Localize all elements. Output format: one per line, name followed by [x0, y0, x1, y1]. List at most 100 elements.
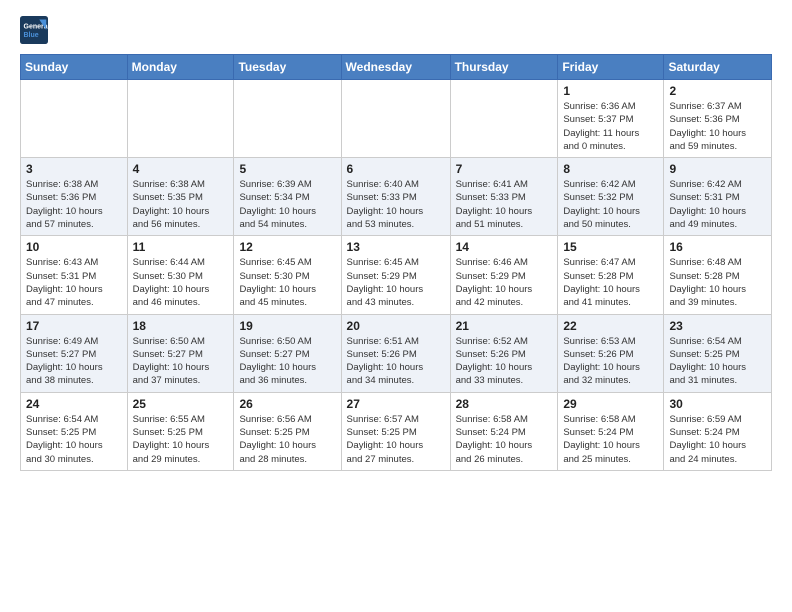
day-info: Sunrise: 6:55 AM Sunset: 5:25 PM Dayligh… — [133, 413, 229, 466]
day-number: 1 — [563, 84, 658, 98]
day-info: Sunrise: 6:36 AM Sunset: 5:37 PM Dayligh… — [563, 100, 658, 153]
day-number: 15 — [563, 240, 658, 254]
day-number: 13 — [347, 240, 445, 254]
calendar-cell: 22Sunrise: 6:53 AM Sunset: 5:26 PM Dayli… — [558, 314, 664, 392]
day-info: Sunrise: 6:42 AM Sunset: 5:32 PM Dayligh… — [563, 178, 658, 231]
logo-icon: General Blue — [20, 16, 48, 44]
calendar-cell: 12 Sunrise: 6:45 AM Sunset: 5:30 PM Dayli… — [234, 236, 341, 314]
day-number: 3 — [26, 162, 122, 176]
weekday-header-sunday: Sunday — [21, 55, 128, 80]
day-info: Sunrise: 6:58 AM Sunset: 5:24 PM Dayligh… — [563, 413, 658, 466]
day-info: Sunrise: 6:54 AM Sunset: 5:25 PM Dayligh… — [26, 413, 122, 466]
calendar-cell: 11Sunrise: 6:44 AM Sunset: 5:30 PM Dayli… — [127, 236, 234, 314]
calendar-cell: 29 Sunrise: 6:58 AM Sunset: 5:24 PM Dayli… — [558, 392, 664, 470]
calendar-cell: 30 Sunrise: 6:59 AM Sunset: 5:24 PM Dayli… — [664, 392, 772, 470]
calendar-cell: 4 Sunrise: 6:38 AM Sunset: 5:35 PM Daylig… — [127, 158, 234, 236]
calendar-cell: 28 Sunrise: 6:58 AM Sunset: 5:24 PM Dayli… — [450, 392, 558, 470]
day-number: 29 — [563, 397, 658, 411]
day-number: 11 — [133, 240, 229, 254]
day-info: Sunrise: 6:38 AM Sunset: 5:35 PM Dayligh… — [133, 178, 229, 231]
day-info: Sunrise: 6:57 AM Sunset: 5:25 PM Dayligh… — [347, 413, 445, 466]
calendar-cell: 19Sunrise: 6:50 AM Sunset: 5:27 PM Dayli… — [234, 314, 341, 392]
day-number: 10 — [26, 240, 122, 254]
day-number: 7 — [456, 162, 553, 176]
day-info: Sunrise: 6:49 AM Sunset: 5:27 PM Dayligh… — [26, 335, 122, 388]
day-info: Sunrise: 6:39 AM Sunset: 5:34 PM Dayligh… — [239, 178, 335, 231]
day-number: 21 — [456, 319, 553, 333]
calendar-cell: 23 Sunrise: 6:54 AM Sunset: 5:25 PM Dayli… — [664, 314, 772, 392]
day-number: 16 — [669, 240, 766, 254]
calendar-cell: 21 Sunrise: 6:52 AM Sunset: 5:26 PM Dayli… — [450, 314, 558, 392]
day-info: Sunrise: 6:48 AM Sunset: 5:28 PM Dayligh… — [669, 256, 766, 309]
weekday-header-monday: Monday — [127, 55, 234, 80]
day-info: Sunrise: 6:45 AM Sunset: 5:30 PM Dayligh… — [239, 256, 335, 309]
day-number: 6 — [347, 162, 445, 176]
page: General Blue SundayMondayTuesdayWednesda… — [0, 0, 792, 487]
calendar-cell: 15 Sunrise: 6:47 AM Sunset: 5:28 PM Dayli… — [558, 236, 664, 314]
calendar-week-2: 3 Sunrise: 6:38 AM Sunset: 5:36 PM Daylig… — [21, 158, 772, 236]
day-number: 27 — [347, 397, 445, 411]
calendar-week-1: 1 Sunrise: 6:36 AM Sunset: 5:37 PM Daylig… — [21, 80, 772, 158]
day-info: Sunrise: 6:59 AM Sunset: 5:24 PM Dayligh… — [669, 413, 766, 466]
day-info: Sunrise: 6:58 AM Sunset: 5:24 PM Dayligh… — [456, 413, 553, 466]
calendar-cell: 9 Sunrise: 6:42 AM Sunset: 5:31 PM Daylig… — [664, 158, 772, 236]
day-info: Sunrise: 6:56 AM Sunset: 5:25 PM Dayligh… — [239, 413, 335, 466]
calendar-cell — [127, 80, 234, 158]
calendar-cell — [450, 80, 558, 158]
calendar-cell: 18Sunrise: 6:50 AM Sunset: 5:27 PM Dayli… — [127, 314, 234, 392]
day-number: 18 — [133, 319, 229, 333]
calendar-cell: 26 Sunrise: 6:56 AM Sunset: 5:25 PM Dayli… — [234, 392, 341, 470]
day-number: 2 — [669, 84, 766, 98]
calendar-cell: 2 Sunrise: 6:37 AM Sunset: 5:36 PM Daylig… — [664, 80, 772, 158]
day-number: 28 — [456, 397, 553, 411]
day-number: 8 — [563, 162, 658, 176]
calendar-cell: 7 Sunrise: 6:41 AM Sunset: 5:33 PM Daylig… — [450, 158, 558, 236]
weekday-header-wednesday: Wednesday — [341, 55, 450, 80]
logo: General Blue — [20, 16, 52, 44]
calendar-cell — [341, 80, 450, 158]
calendar-header-row: SundayMondayTuesdayWednesdayThursdayFrid… — [21, 55, 772, 80]
day-number: 5 — [239, 162, 335, 176]
day-number: 19 — [239, 319, 335, 333]
day-number: 25 — [133, 397, 229, 411]
day-number: 4 — [133, 162, 229, 176]
day-info: Sunrise: 6:40 AM Sunset: 5:33 PM Dayligh… — [347, 178, 445, 231]
svg-text:Blue: Blue — [24, 32, 39, 39]
calendar-cell: 20Sunrise: 6:51 AM Sunset: 5:26 PM Dayli… — [341, 314, 450, 392]
day-number: 14 — [456, 240, 553, 254]
day-number: 12 — [239, 240, 335, 254]
calendar-cell: 10 Sunrise: 6:43 AM Sunset: 5:31 PM Dayli… — [21, 236, 128, 314]
day-info: Sunrise: 6:47 AM Sunset: 5:28 PM Dayligh… — [563, 256, 658, 309]
day-info: Sunrise: 6:42 AM Sunset: 5:31 PM Dayligh… — [669, 178, 766, 231]
day-info: Sunrise: 6:37 AM Sunset: 5:36 PM Dayligh… — [669, 100, 766, 153]
weekday-header-friday: Friday — [558, 55, 664, 80]
day-number: 23 — [669, 319, 766, 333]
weekday-header-saturday: Saturday — [664, 55, 772, 80]
day-number: 30 — [669, 397, 766, 411]
calendar-cell: 24Sunrise: 6:54 AM Sunset: 5:25 PM Dayli… — [21, 392, 128, 470]
day-number: 26 — [239, 397, 335, 411]
calendar-week-4: 17 Sunrise: 6:49 AM Sunset: 5:27 PM Dayli… — [21, 314, 772, 392]
calendar-cell: 1 Sunrise: 6:36 AM Sunset: 5:37 PM Daylig… — [558, 80, 664, 158]
weekday-header-thursday: Thursday — [450, 55, 558, 80]
calendar-cell — [234, 80, 341, 158]
header: General Blue — [20, 16, 772, 44]
calendar-cell: 25 Sunrise: 6:55 AM Sunset: 5:25 PM Dayli… — [127, 392, 234, 470]
calendar-cell: 6 Sunrise: 6:40 AM Sunset: 5:33 PM Daylig… — [341, 158, 450, 236]
day-number: 9 — [669, 162, 766, 176]
calendar-cell: 14Sunrise: 6:46 AM Sunset: 5:29 PM Dayli… — [450, 236, 558, 314]
day-info: Sunrise: 6:52 AM Sunset: 5:26 PM Dayligh… — [456, 335, 553, 388]
day-info: Sunrise: 6:38 AM Sunset: 5:36 PM Dayligh… — [26, 178, 122, 231]
day-info: Sunrise: 6:45 AM Sunset: 5:29 PM Dayligh… — [347, 256, 445, 309]
day-info: Sunrise: 6:54 AM Sunset: 5:25 PM Dayligh… — [669, 335, 766, 388]
weekday-header-tuesday: Tuesday — [234, 55, 341, 80]
day-info: Sunrise: 6:43 AM Sunset: 5:31 PM Dayligh… — [26, 256, 122, 309]
day-number: 17 — [26, 319, 122, 333]
day-info: Sunrise: 6:41 AM Sunset: 5:33 PM Dayligh… — [456, 178, 553, 231]
calendar-cell: 27 Sunrise: 6:57 AM Sunset: 5:25 PM Dayli… — [341, 392, 450, 470]
calendar-cell — [21, 80, 128, 158]
calendar-cell: 17 Sunrise: 6:49 AM Sunset: 5:27 PM Dayli… — [21, 314, 128, 392]
calendar-table: SundayMondayTuesdayWednesdayThursdayFrid… — [20, 54, 772, 471]
calendar-cell: 13 Sunrise: 6:45 AM Sunset: 5:29 PM Dayli… — [341, 236, 450, 314]
day-info: Sunrise: 6:53 AM Sunset: 5:26 PM Dayligh… — [563, 335, 658, 388]
